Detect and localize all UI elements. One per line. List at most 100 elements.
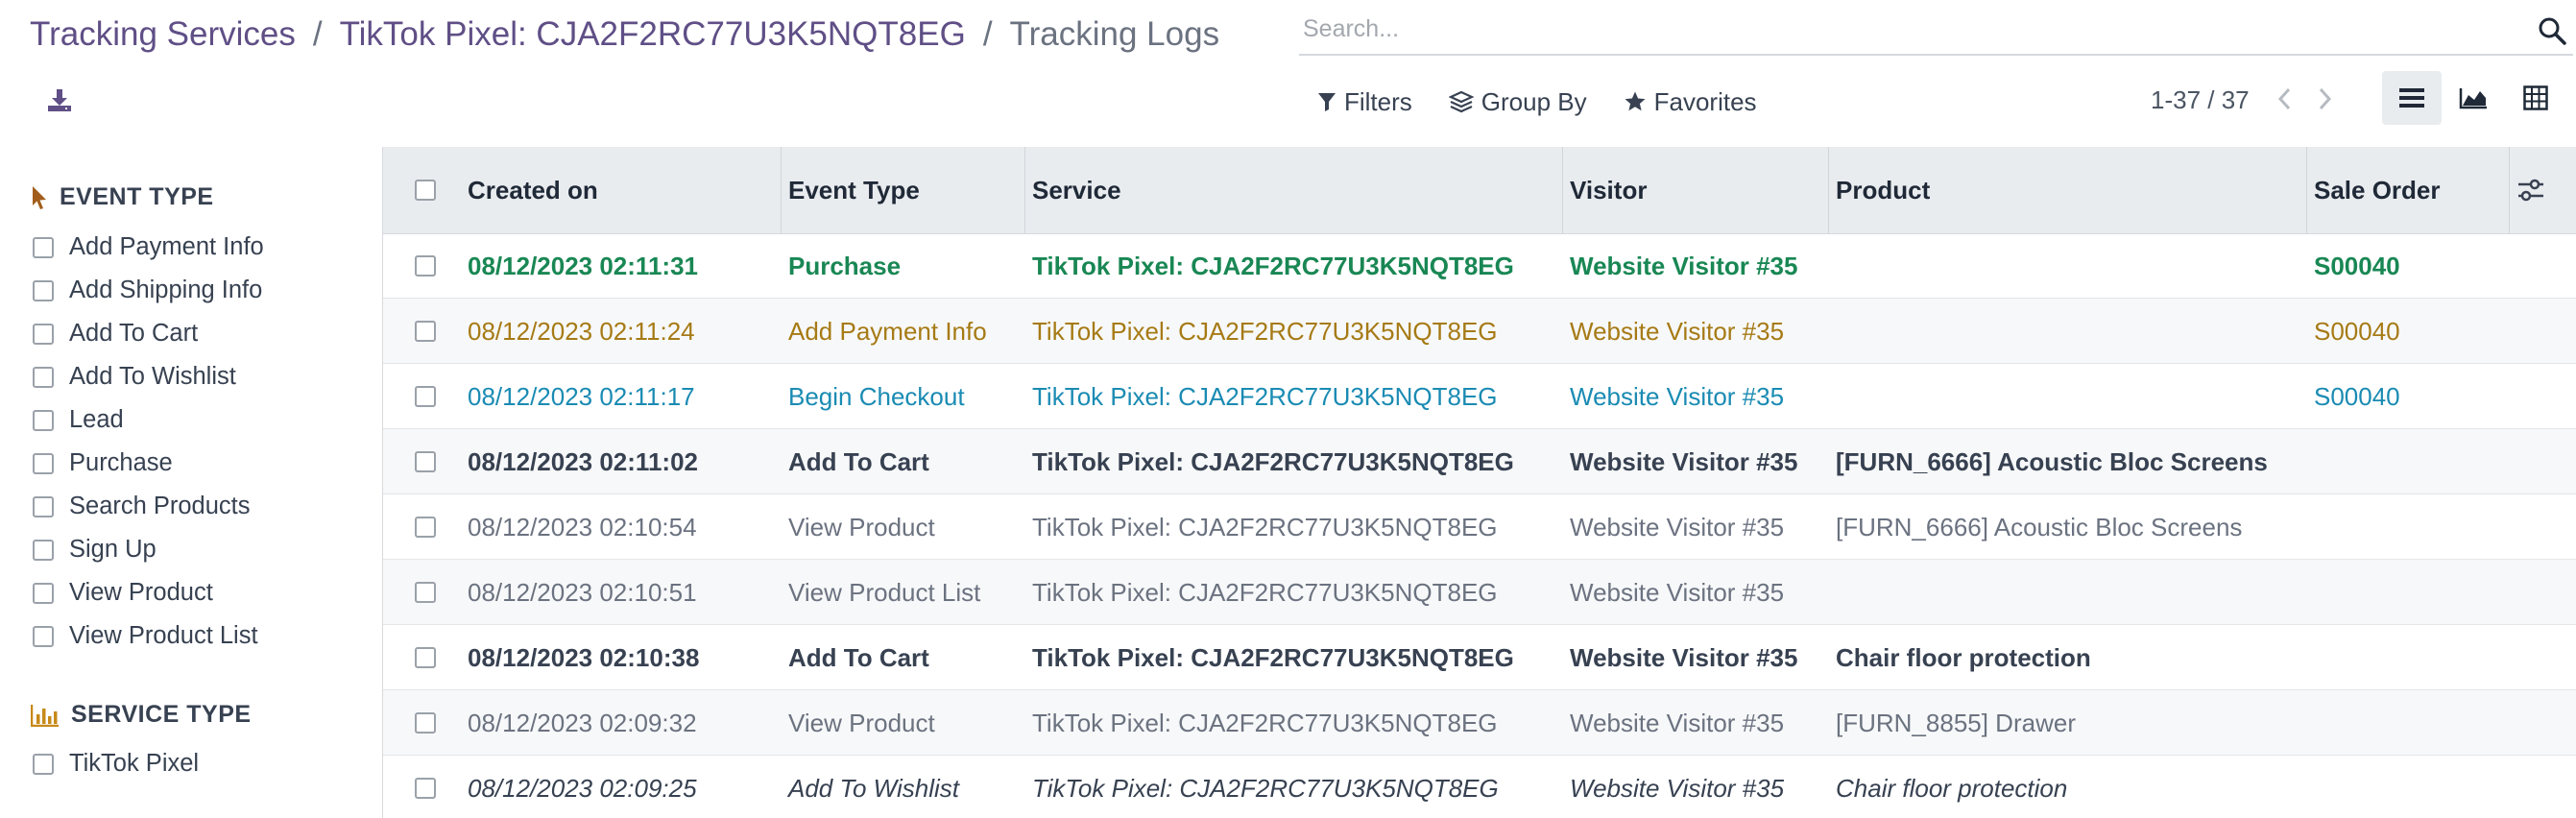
- checkbox[interactable]: [33, 366, 54, 388]
- search-options: Filters Group By Favorites: [1317, 81, 1794, 123]
- table-row[interactable]: 08/12/2023 02:11:31 Purchase TikTok Pixel:…: [383, 233, 2576, 299]
- cell-created-on: 08/12/2023 02:09:25: [468, 773, 697, 803]
- breadcrumb-item-tracking-services[interactable]: Tracking Services: [30, 15, 296, 54]
- table-row[interactable]: 08/12/2023 02:09:25 Add To Wishlist TikTok…: [383, 756, 2576, 818]
- filters-button[interactable]: Filters: [1317, 87, 1412, 117]
- checkbox[interactable]: [33, 452, 54, 474]
- download-button[interactable]: [42, 83, 77, 117]
- cell-event-type: Purchase: [788, 251, 902, 280]
- checkbox[interactable]: [33, 279, 54, 301]
- breadcrumb-separator: /: [982, 15, 993, 53]
- row-checkbox[interactable]: [415, 778, 436, 799]
- row-checkbox[interactable]: [415, 647, 436, 668]
- row-checkbox[interactable]: [415, 582, 436, 603]
- filter-option-search-products[interactable]: Search Products: [33, 493, 251, 520]
- table-row[interactable]: 08/12/2023 02:10:54 View Product TikTok Pi…: [383, 494, 2576, 560]
- breadcrumb-item-tiktok-pixel[interactable]: TikTok Pixel: CJA2F2RC77U3K5NQT8EG: [340, 15, 966, 54]
- pivot-view-button[interactable]: [2506, 71, 2565, 125]
- cell-visitor: Website Visitor #35: [1570, 577, 1785, 607]
- cell-product: [FURN_8855] Drawer: [1836, 708, 2076, 737]
- cell-created-on: 08/12/2023 02:11:17: [468, 381, 695, 411]
- page-title: Tracking Logs: [1009, 15, 1220, 53]
- row-checkbox[interactable]: [415, 386, 436, 407]
- group-by-button[interactable]: Group By: [1448, 86, 1587, 117]
- tracking-logs-list: Created on Event Type Service Visitor Pr…: [383, 147, 2576, 818]
- cell-service: TikTok Pixel: CJA2F2RC77U3K5NQT8EG: [1032, 316, 1498, 346]
- cell-visitor: Website Visitor #35: [1570, 642, 1798, 672]
- table-row[interactable]: 08/12/2023 02:11:24 Add Payment Info TikTo…: [383, 299, 2576, 364]
- table-row[interactable]: 08/12/2023 02:09:32 View Product TikTok Pi…: [383, 690, 2576, 756]
- column-header-visitor[interactable]: Visitor: [1562, 147, 1647, 233]
- row-checkbox[interactable]: [415, 451, 436, 472]
- row-checkbox[interactable]: [415, 712, 436, 734]
- column-header-created-on[interactable]: Created on: [460, 147, 598, 233]
- checkbox[interactable]: [33, 753, 54, 775]
- cell-created-on: 08/12/2023 02:11:31: [468, 251, 698, 280]
- chevron-left-icon: [2277, 87, 2291, 110]
- pager-previous-button[interactable]: [2270, 83, 2299, 115]
- checkbox[interactable]: [33, 495, 54, 517]
- checkbox[interactable]: [33, 236, 54, 258]
- filter-option-add-shipping-info[interactable]: Add Shipping Info: [33, 277, 262, 304]
- filter-option-label: Sign Up: [69, 536, 156, 563]
- filter-option-label: Search Products: [69, 493, 251, 519]
- list-view-button[interactable]: [2382, 71, 2442, 125]
- pager-next-button[interactable]: [2311, 83, 2340, 115]
- filter-option-label: Purchase: [69, 449, 173, 476]
- table-row[interactable]: 08/12/2023 02:10:51 View Product List TikT…: [383, 560, 2576, 625]
- optional-columns-icon[interactable]: [2515, 174, 2547, 206]
- cell-event-type: View Product: [788, 512, 935, 541]
- pager-value[interactable]: 1-37 / 37: [2151, 81, 2250, 119]
- cell-product: Chair floor protection: [1836, 773, 2068, 803]
- filter-option-add-to-wishlist[interactable]: Add To Wishlist: [33, 363, 236, 391]
- filter-option-label: Add To Cart: [69, 320, 199, 347]
- cell-sale-order: [2306, 625, 2314, 690]
- cell-event-type: Add To Wishlist: [788, 773, 959, 803]
- select-all-checkbox[interactable]: [415, 180, 436, 201]
- checkbox[interactable]: [33, 625, 54, 647]
- filter-option-view-product[interactable]: View Product: [33, 579, 213, 607]
- checkbox[interactable]: [33, 582, 54, 604]
- filter-option-label: TikTok Pixel: [69, 750, 200, 777]
- group-by-label: Group By: [1481, 86, 1587, 116]
- breadcrumb: Tracking Services / TikTok Pixel: CJA2F2…: [30, 10, 1219, 60]
- filter-option-tiktok-pixel[interactable]: TikTok Pixel: [33, 750, 199, 778]
- checkbox[interactable]: [33, 539, 54, 561]
- table-row[interactable]: 08/12/2023 02:10:38 Add To Cart TikTok Pix…: [383, 625, 2576, 690]
- favorites-button[interactable]: Favorites: [1624, 87, 1757, 117]
- cell-product: [FURN_6666] Acoustic Bloc Screens: [1836, 512, 2243, 541]
- filters-label: Filters: [1344, 86, 1412, 116]
- row-checkbox[interactable]: [415, 321, 436, 342]
- table-row[interactable]: 08/12/2023 02:11:02 Add To Cart TikTok Pix…: [383, 429, 2576, 494]
- service-type-header: SERVICE TYPE: [31, 701, 252, 729]
- column-header-event-type[interactable]: Event Type: [781, 147, 920, 233]
- search-input[interactable]: [1303, 6, 2503, 52]
- checkbox[interactable]: [33, 323, 54, 345]
- filter-option-add-payment-info[interactable]: Add Payment Info: [33, 233, 264, 261]
- filter-option-label: View Product: [69, 579, 213, 606]
- table-row[interactable]: 08/12/2023 02:11:17 Begin Checkout TikTok …: [383, 364, 2576, 429]
- list-view-icon: [2399, 88, 2424, 108]
- filter-option-lead[interactable]: Lead: [33, 406, 124, 434]
- event-type-header: EVENT TYPE: [31, 183, 214, 211]
- event-type-title: EVENT TYPE: [60, 183, 214, 210]
- filter-option-add-to-cart[interactable]: Add To Cart: [33, 320, 198, 348]
- column-header-product[interactable]: Product: [1828, 147, 1930, 233]
- column-header-service[interactable]: Service: [1024, 147, 1121, 233]
- filter-option-purchase[interactable]: Purchase: [33, 449, 173, 477]
- cell-created-on: 08/12/2023 02:09:32: [468, 708, 697, 737]
- bar-chart-icon: [31, 704, 59, 727]
- cell-event-type: Add To Cart: [788, 446, 929, 476]
- filter-option-sign-up[interactable]: Sign Up: [33, 536, 156, 564]
- row-checkbox[interactable]: [415, 255, 436, 277]
- row-checkbox[interactable]: [415, 517, 436, 538]
- table-header: Created on Event Type Service Visitor Pr…: [383, 147, 2576, 234]
- search-icon[interactable]: [2537, 15, 2567, 46]
- cell-visitor: Website Visitor #35: [1570, 381, 1785, 411]
- graph-view-button[interactable]: [2444, 71, 2503, 125]
- pivot-table-icon: [2523, 85, 2548, 110]
- favorites-label: Favorites: [1653, 86, 1757, 116]
- filter-option-view-product-list[interactable]: View Product List: [33, 622, 258, 650]
- checkbox[interactable]: [33, 409, 54, 431]
- column-header-sale-order[interactable]: Sale Order: [2306, 147, 2441, 233]
